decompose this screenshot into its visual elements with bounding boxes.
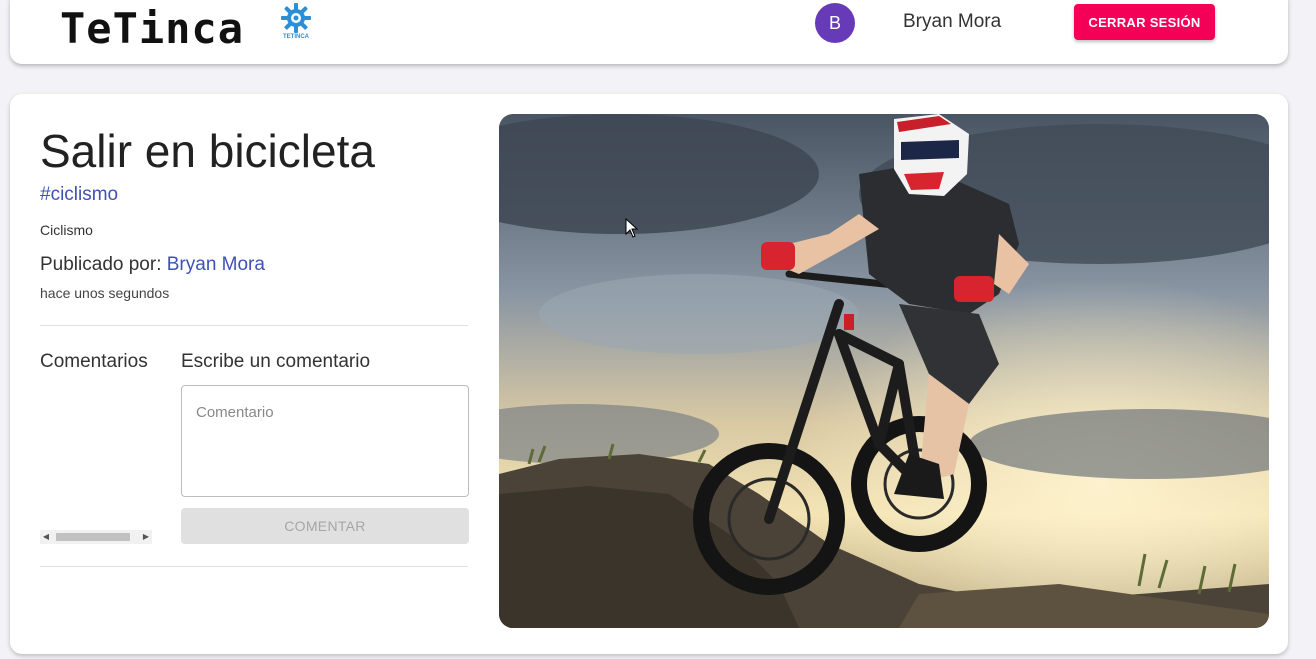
mouse-cursor-icon — [625, 218, 639, 238]
logout-button[interactable]: CERRAR SESIÓN — [1074, 4, 1215, 40]
user-name: Bryan Mora — [903, 11, 1002, 32]
write-comment-heading: Escribe un comentario — [181, 351, 371, 372]
scroll-right-icon[interactable]: ▶ — [140, 530, 152, 544]
comments-scrollbar[interactable]: ◀ ▶ — [40, 530, 152, 544]
avatar[interactable]: B — [815, 3, 855, 43]
app-bar: TeTinca TETINCA B Bryan Mora CERRAR SESI… — [10, 0, 1288, 64]
post-timestamp: hace unos segundos — [40, 285, 170, 301]
published-prefix: Publicado por: — [40, 254, 162, 275]
post-card: Salir en bicicleta #ciclismo Ciclismo Pu… — [10, 94, 1288, 654]
scrollbar-thumb[interactable] — [56, 533, 130, 541]
post-image — [499, 114, 1269, 628]
comment-submit-button[interactable]: COMENTAR — [181, 508, 469, 544]
divider — [40, 566, 468, 567]
comment-input[interactable] — [181, 385, 469, 497]
author-link[interactable]: Bryan Mora — [167, 254, 265, 275]
published-by: Publicado por: Bryan Mora — [40, 254, 265, 276]
scroll-left-icon[interactable]: ◀ — [40, 530, 52, 544]
post-category: Ciclismo — [40, 222, 93, 238]
divider — [40, 325, 468, 326]
hashtag-link[interactable]: #ciclismo — [40, 184, 118, 206]
logo-caption: TETINCA — [283, 34, 309, 40]
logo-icon: TETINCA — [278, 0, 314, 44]
logo-text[interactable]: TeTinca — [60, 4, 244, 53]
comments-heading: Comentarios — [40, 351, 148, 372]
post-title: Salir en bicicleta — [40, 125, 375, 177]
